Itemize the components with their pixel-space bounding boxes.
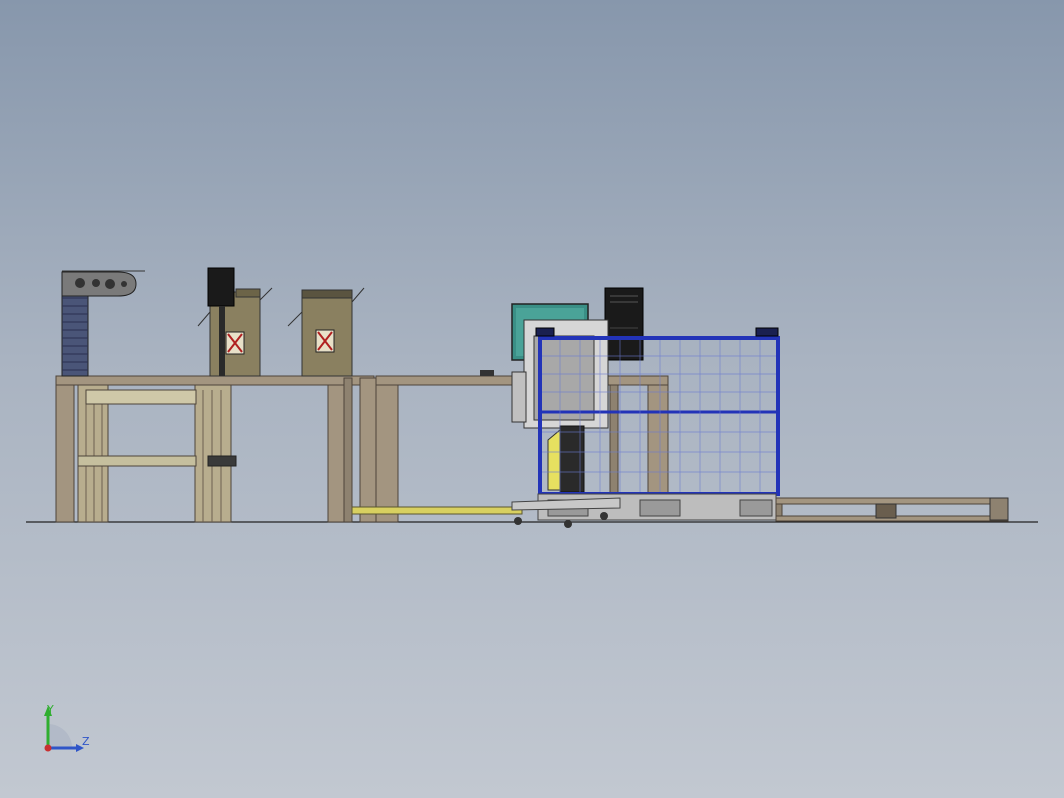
carton-box-2[interactable] [287,287,365,377]
triad-z-label: Z [82,735,90,748]
drum-unit[interactable] [480,319,609,493]
pc-tower[interactable] [604,287,644,361]
spiral-tower[interactable] [61,270,145,377]
triad-y-label: Y [46,703,54,716]
pallet-conveyor[interactable] [775,497,1009,522]
triad-origin [44,744,52,752]
cad-viewport[interactable]: Y Z [0,0,1064,798]
machine-base[interactable] [511,493,777,528]
assembly-drawing: Y Z [26,267,1038,752]
carton-box-1[interactable] [197,267,273,377]
axis-triad: Y Z [44,703,90,752]
triad-arc [48,724,72,748]
left-table[interactable] [55,375,377,523]
